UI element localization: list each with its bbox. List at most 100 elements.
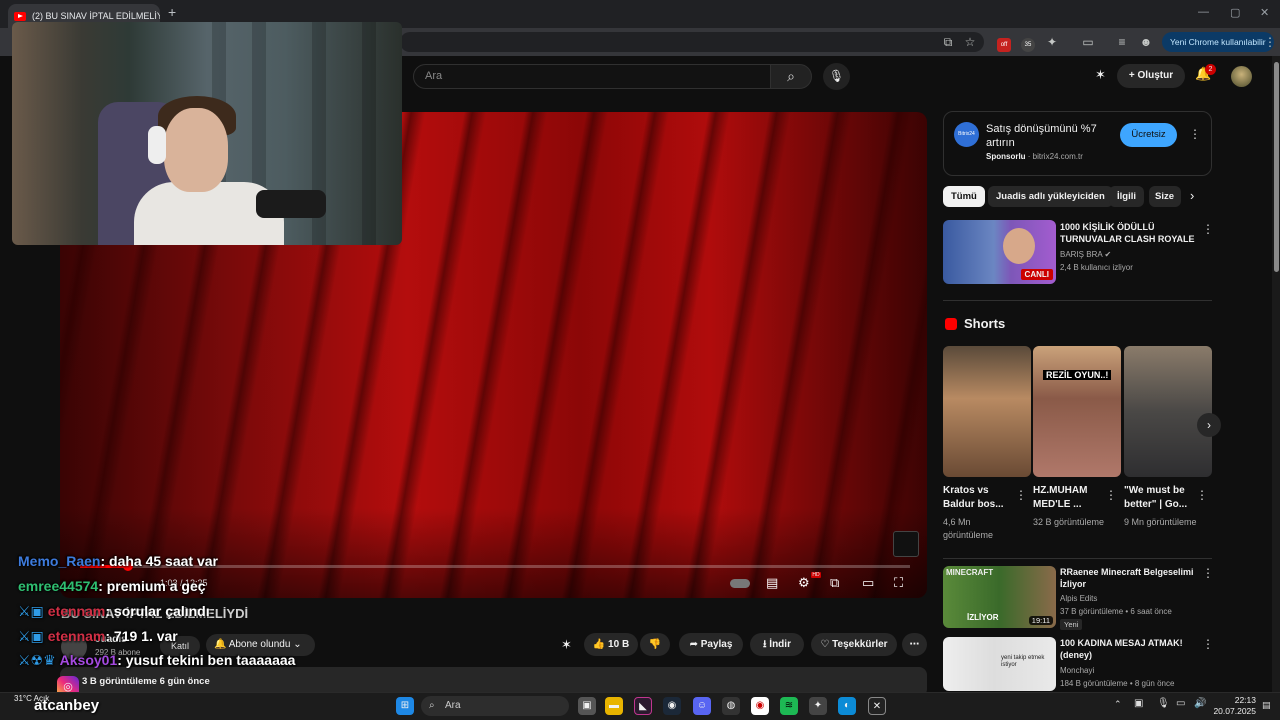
rec-channel-2[interactable]: Monchayi [1060,666,1094,675]
settings-gear-icon[interactable]: ⚙ [798,575,810,591]
chip-related[interactable]: İlgili [1109,186,1144,207]
microphone-icon: 🎙 [828,69,845,83]
steam-icon[interactable]: ◉ [663,697,681,715]
capcut-icon[interactable]: ✕ [868,697,886,715]
subtitles-icon[interactable]: ▤ [766,575,778,591]
chrome-update-button[interactable]: Yeni Chrome kullanılabilir [1162,32,1274,52]
live-video-viewers: 2,4 B kullanıcı izliyor [1060,263,1133,272]
sparkle-ask-icon[interactable]: ✶ [561,637,572,653]
short-menu-icon-2[interactable]: ⋮ [1105,488,1117,502]
fullscreen-icon[interactable]: ⛶ [894,575,903,591]
extension-counter-icon[interactable]: 35 [1020,34,1036,52]
account-avatar[interactable] [1231,66,1252,87]
ad-cta-button[interactable]: Ücretsiz [1120,123,1177,147]
discord-icon[interactable]: ☺ [693,697,711,715]
scrollbar-thumb[interactable] [1274,62,1279,272]
search-input[interactable]: Ara [413,64,771,89]
address-bar[interactable] [400,32,984,52]
chips-next-icon[interactable]: › [1190,188,1194,203]
more-actions-icon[interactable]: ⋯ [902,633,927,656]
rec-channel-1[interactable]: Alpis Edits [1060,594,1097,603]
short-title-2[interactable]: HZ.MUHAM MED'LE ... [1033,484,1113,512]
windows-start-icon[interactable]: ⊞ [396,697,414,715]
extensions-puzzle-icon[interactable]: ✦ [1044,34,1060,50]
clock-time[interactable]: 22:13 [1224,695,1256,705]
extension-adblock-icon[interactable]: off [996,34,1012,52]
share-button[interactable]: ➦ Paylaş [679,633,743,656]
chat-text: : daha 45 saat var [100,553,218,569]
rec-title-1[interactable]: RRaenee Minecraft Belgeselimi İzliyor [1060,566,1198,590]
rec-thumbnail-1[interactable]: MINECRAFT İZLİYOR 19:11 [943,566,1056,628]
chat-message: ⚔▣ etennam: 719 1. var [18,628,178,645]
short-title-3[interactable]: "We must be better" | Go... [1124,484,1204,512]
chrome-menu-icon[interactable]: ⋮ [1262,34,1278,50]
create-button[interactable]: + Oluştur [1117,64,1185,88]
new-badge: Yeni [1060,619,1083,630]
install-app-icon[interactable]: ⧉ [940,34,956,50]
media-list-icon[interactable]: ≡ [1114,34,1130,50]
chat-text: : 719 1. var [105,628,178,644]
task-view-icon[interactable]: ▣ [578,697,596,715]
microphone-tray-icon[interactable]: 🎙 [1157,698,1170,709]
maximize-icon[interactable]: ▢ [1230,6,1240,19]
short-thumbnail-1[interactable] [943,346,1031,477]
autoplay-toggle-icon[interactable] [730,575,750,590]
chip-all[interactable]: Tümü [943,186,985,207]
notification-center-icon[interactable]: ▤ [1262,700,1271,711]
close-window-icon[interactable]: ✕ [1260,6,1269,19]
cast-icon[interactable]: ✶ [1095,67,1106,83]
short-thumbnail-2[interactable]: REZİL OYUN..! [1033,346,1121,477]
volume-icon[interactable]: 🔊 [1194,698,1206,709]
app-icon-3[interactable]: ✦ [809,697,827,715]
chip-from-uploader[interactable]: Juadis adlı yükleyiciden [988,186,1113,207]
like-button[interactable]: 👍 10 B [584,633,638,656]
subscribed-label: Abone olundu [228,639,291,650]
ad-title[interactable]: Satış dönüşümünü %7 artırın [986,122,1106,150]
bookmark-star-icon[interactable]: ☆ [962,34,978,50]
voice-search-button[interactable]: 🎙 [823,63,850,90]
rec-meta-1: 37 B görüntüleme • 6 saat önce [1060,607,1172,616]
clock-date[interactable]: 20.07.2025 [1212,706,1256,716]
short-title-1[interactable]: Kratos vs Baldur bos... [943,484,1023,512]
search-button[interactable]: ⌕ [770,64,812,89]
taskbar-search[interactable]: ⌕ Ara [421,696,569,716]
share-icon: ➦ [689,639,701,650]
app-icon-2[interactable]: ◍ [722,697,740,715]
rec-thumbnail-2[interactable]: yeni takip etmek istiyor [943,637,1056,691]
app-icon[interactable]: ◣ [634,697,652,715]
network-icon[interactable]: ▭ [1176,698,1185,709]
short-menu-icon-3[interactable]: ⋮ [1196,488,1208,502]
new-tab-button[interactable]: + [168,4,176,20]
ad-menu-icon[interactable]: ⋮ [1189,127,1201,141]
profile-icon[interactable]: ☻ [1138,34,1154,50]
chrome-icon[interactable]: ◉ [751,697,769,715]
rec-title-2[interactable]: 100 KADINA MESAJ ATMAK! (deney) [1060,637,1198,661]
shorts-next-icon[interactable]: › [1197,413,1221,437]
edge-icon[interactable]: ◐ [838,697,856,715]
live-badge: CANLI [1020,269,1053,280]
short-menu-icon-1[interactable]: ⋮ [1015,488,1027,502]
live-video-title[interactable]: 1000 KİŞİLİK ÖDÜLLÜ TURNUVALAR CLASH ROY… [1060,221,1198,245]
create-label: Oluştur [1137,70,1174,81]
live-video-menu-icon[interactable]: ⋮ [1202,222,1214,236]
section-divider [943,558,1212,559]
tray-app-icon[interactable]: ▣ [1134,698,1143,709]
dislike-button[interactable]: 👎 [640,633,670,656]
minimize-icon[interactable]: — [1198,6,1209,18]
spotify-icon[interactable]: ≋ [780,697,798,715]
chip-for-you[interactable]: Size [1149,186,1181,207]
miniplayer-icon[interactable]: ⧉ [830,575,839,591]
live-video-channel[interactable]: BARIŞ BRA ✔ [1060,250,1111,259]
tray-chevron-icon[interactable]: ⌃ [1114,699,1122,710]
thumbs-up-icon: 👍 [592,639,609,650]
live-video-thumbnail[interactable]: CANLI [943,220,1056,284]
split-view-icon[interactable]: ▭ [1080,34,1096,50]
theater-mode-icon[interactable]: ▭ [862,575,874,591]
rec-menu-icon-1[interactable]: ⋮ [1202,566,1214,580]
file-explorer-icon[interactable]: ▬ [605,697,623,715]
short-thumbnail-3[interactable] [1124,346,1212,477]
rec-menu-icon-2[interactable]: ⋮ [1202,637,1214,651]
download-button[interactable]: ⭳ İndir [750,633,804,656]
thanks-button[interactable]: ♡ Teşekkürler [811,633,897,656]
end-card-thumbnail[interactable] [893,531,919,557]
